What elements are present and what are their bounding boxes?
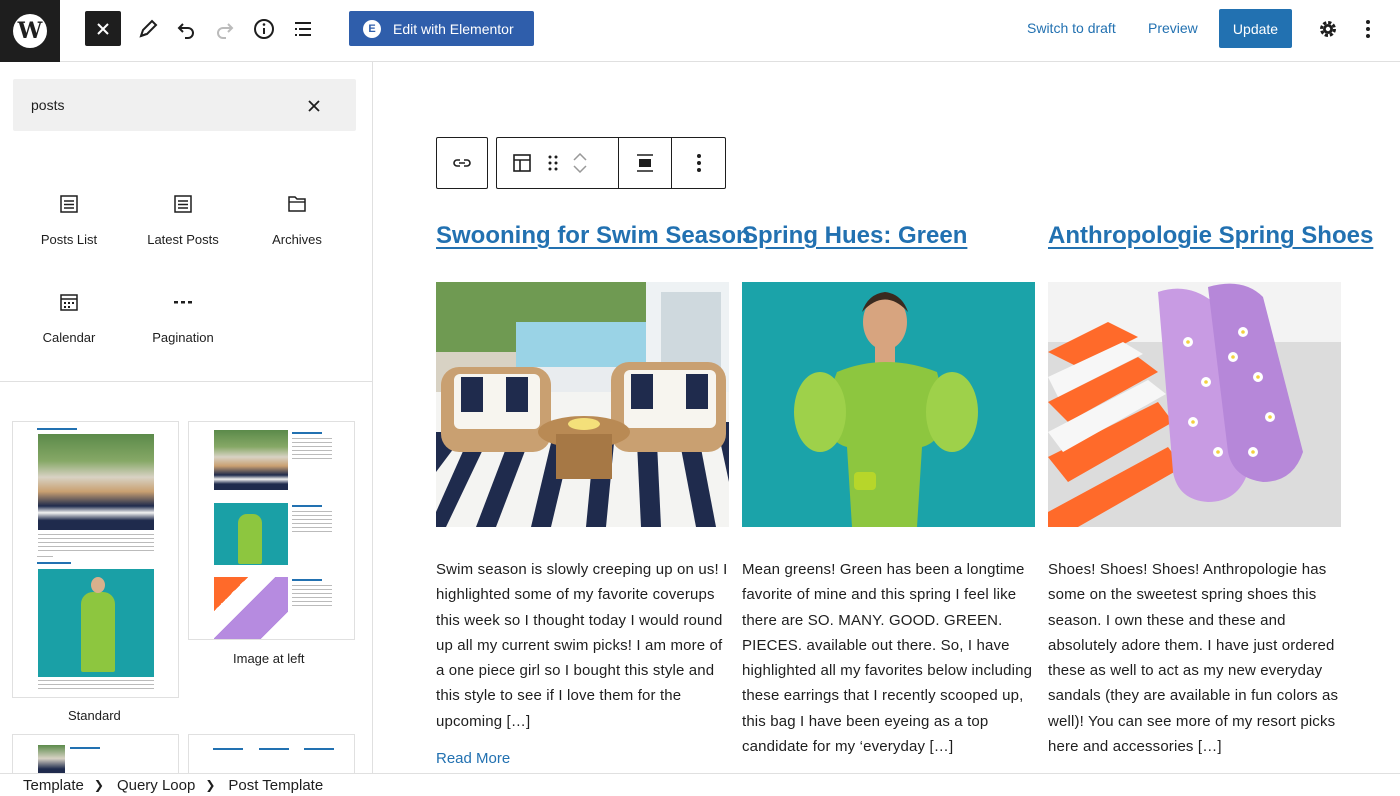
more-vertical-icon: [1366, 20, 1370, 38]
redo-button[interactable]: [207, 11, 243, 47]
post-title-link[interactable]: Anthropologie Spring Shoes: [1048, 222, 1373, 250]
posts-list-icon: [57, 192, 81, 216]
pattern-standard-preview[interactable]: [12, 421, 179, 698]
archives-icon: [285, 192, 309, 216]
chevron-right-icon: ❯: [205, 778, 216, 792]
block-latest-posts[interactable]: Latest Posts: [126, 184, 240, 268]
editor-header: W E Edit with Elementor Switch to draft …: [0, 0, 1400, 62]
close-inserter-button[interactable]: [85, 11, 121, 46]
align-button[interactable]: [619, 138, 672, 188]
edit-with-elementor-button[interactable]: E Edit with Elementor: [349, 11, 534, 46]
breadcrumb-item-post-template[interactable]: Post Template: [215, 777, 333, 794]
wordpress-icon: W: [13, 14, 47, 48]
select-parent-button[interactable]: [437, 138, 487, 188]
block-options-button[interactable]: [672, 138, 725, 188]
pattern-preview[interactable]: [12, 734, 179, 773]
chevron-right-icon: ❯: [93, 778, 104, 792]
info-icon: [254, 19, 274, 39]
block-label: Posts List: [40, 232, 98, 247]
elementor-icon: E: [363, 19, 381, 38]
link-icon: [453, 159, 471, 167]
breadcrumb-item-template[interactable]: Template: [0, 777, 94, 794]
block-breadcrumb: Template ❯ Query Loop ❯ Post Template: [0, 773, 1400, 796]
post-title-link[interactable]: Swooning for Swim Season: [436, 222, 751, 250]
post-featured-image[interactable]: [1048, 282, 1341, 527]
block-toolbar: [496, 137, 726, 189]
close-icon: [97, 22, 109, 35]
switch-to-draft-button[interactable]: Switch to draft: [1027, 20, 1116, 36]
block-search: [13, 79, 356, 131]
search-input[interactable]: [13, 79, 313, 131]
pattern-preview[interactable]: [188, 734, 355, 773]
settings-button[interactable]: [1310, 11, 1346, 47]
editor-canvas: Swooning for Swim Season Spring Hues: Gr…: [373, 62, 1400, 773]
clear-search-button[interactable]: [301, 93, 327, 119]
close-icon: [308, 100, 320, 112]
block-parent-toolbar: [436, 137, 488, 189]
post-excerpt: Swim season is slowly creeping up on us!…: [436, 561, 728, 730]
preview-button[interactable]: Preview: [1148, 20, 1198, 36]
list-view-icon: [295, 22, 311, 36]
update-button[interactable]: Update: [1219, 9, 1292, 48]
wordpress-logo[interactable]: W: [0, 0, 60, 62]
post-excerpt: Mean greens! Green has been a longtime f…: [742, 561, 1033, 756]
post-featured-image[interactable]: [436, 282, 729, 527]
move-up-icon[interactable]: [573, 153, 587, 161]
block-label: Calendar: [42, 330, 96, 345]
pattern-label: Standard: [68, 708, 121, 723]
breadcrumb-item-query-loop[interactable]: Query Loop: [104, 777, 205, 794]
block-label: Latest Posts: [147, 232, 219, 247]
block-archives[interactable]: Archives: [240, 184, 354, 268]
undo-icon: [177, 23, 194, 39]
edit-with-elementor-label: Edit with Elementor: [393, 20, 514, 37]
options-button[interactable]: [1350, 11, 1386, 47]
latest-posts-icon: [171, 192, 195, 216]
pattern-image-at-left-preview[interactable]: [188, 421, 355, 640]
tools-button[interactable]: [130, 11, 166, 47]
undo-button[interactable]: [168, 11, 204, 47]
details-button[interactable]: [246, 11, 282, 47]
block-posts-list[interactable]: Posts List: [12, 184, 126, 268]
align-wide-icon: [637, 154, 653, 172]
block-label: Pagination: [152, 330, 214, 345]
drag-handle-icon[interactable]: [547, 154, 559, 172]
block-label: Archives: [272, 232, 322, 247]
calendar-icon: [57, 290, 81, 314]
block-switcher-group: [497, 138, 619, 188]
pencil-icon: [139, 19, 158, 38]
list-view-button[interactable]: [285, 11, 321, 47]
redo-icon: [217, 23, 234, 39]
read-more-link[interactable]: Read More: [436, 750, 510, 767]
gear-icon: [1320, 21, 1336, 37]
block-inserter-panel: Posts List Latest Posts Archives Calenda…: [0, 62, 373, 773]
block-calendar[interactable]: Calendar: [12, 282, 126, 366]
post-excerpt: Shoes! Shoes! Shoes! Anthropologie has s…: [1048, 561, 1339, 756]
block-pagination[interactable]: Pagination: [126, 282, 240, 366]
move-buttons: [573, 153, 587, 173]
pagination-icon: [171, 290, 195, 314]
post-featured-image[interactable]: [742, 282, 1035, 527]
more-vertical-icon: [696, 154, 701, 172]
panel-divider: [0, 381, 372, 382]
pattern-label: Image at left: [233, 651, 305, 666]
post-title-link[interactable]: Spring Hues: Green: [742, 222, 967, 250]
move-down-icon[interactable]: [573, 165, 587, 173]
post-template-icon[interactable]: [511, 152, 533, 174]
